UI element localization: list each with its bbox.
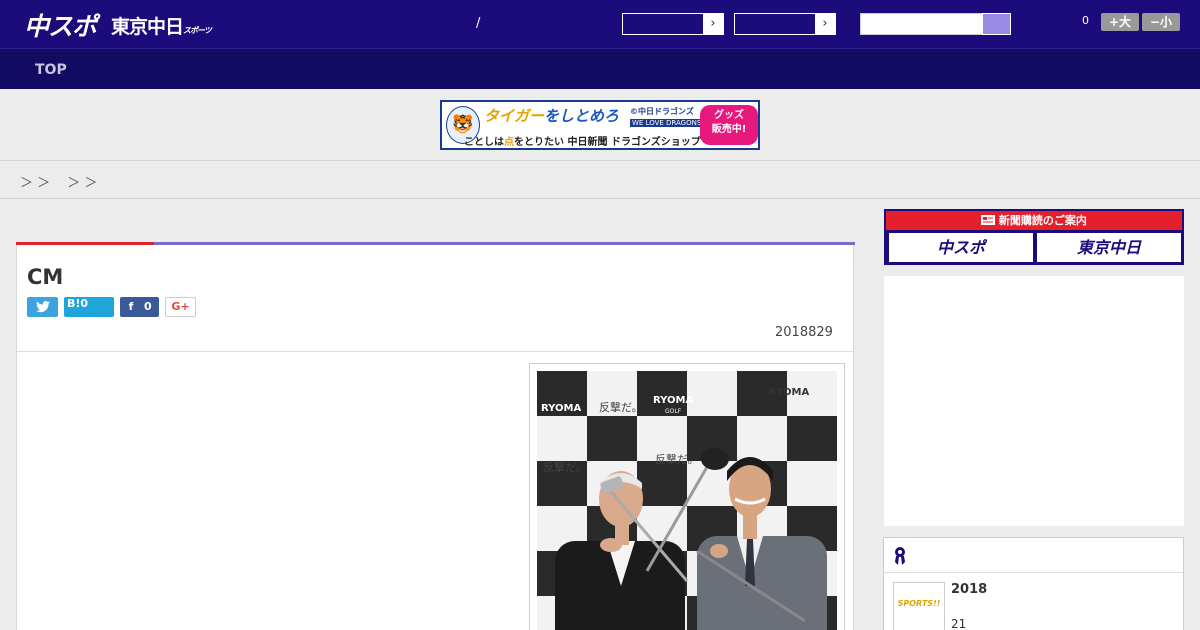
tokyo-chunichi-logo-small: スポーツ bbox=[183, 26, 212, 35]
dragons-shop-banner[interactable]: 🐯 タイガーをしとめろ ©中日ドラゴンズ WE LOVE DRAGONS ことし… bbox=[440, 100, 760, 150]
accent-bar-red bbox=[16, 242, 154, 245]
facebook-icon: f bbox=[128, 300, 134, 313]
article-date: 2018829 bbox=[775, 325, 833, 340]
breadcrumb-divider bbox=[0, 198, 1200, 199]
photo-slogan-2: 反撃だ。 bbox=[543, 460, 587, 474]
share-facebook-button[interactable]: f0 bbox=[120, 297, 159, 317]
banner-headline-rest: をしとめろ bbox=[544, 107, 620, 125]
chevron-right-icon: › bbox=[815, 14, 835, 34]
banner-subline-c: をとりたい 中日新聞 ドラゴンズショップ bbox=[514, 137, 701, 148]
banner-subline-a: ことしは bbox=[464, 137, 504, 148]
nav-item-top[interactable]: TOP bbox=[35, 62, 67, 78]
subscribe-chuspo-button[interactable]: 中スポ bbox=[889, 233, 1033, 262]
ad-slot[interactable] bbox=[884, 276, 1184, 526]
we-love-dragons: WE LOVE DRAGONS bbox=[630, 119, 704, 127]
facebook-count: 0 bbox=[144, 300, 152, 313]
subscription-box: 新聞購読のご案内 中スポ 東京中日 bbox=[884, 209, 1184, 265]
zoom-count: 0 bbox=[1082, 14, 1089, 27]
dragons-copyright: ©中日ドラゴンズ bbox=[630, 107, 694, 116]
banner-subline: ことしは点をとりたい 中日新聞 ドラゴンズショップ bbox=[464, 133, 701, 148]
zoom-in-button[interactable]: +大 bbox=[1101, 13, 1139, 31]
tokyo-chunichi-logo-text: 東京中日 bbox=[111, 16, 184, 38]
ranking-box: SPORTS!! 2018 21 bbox=[883, 537, 1184, 630]
share-twitter-button[interactable] bbox=[27, 297, 58, 317]
accent-bar-purple bbox=[154, 242, 855, 245]
search-input[interactable] bbox=[860, 13, 983, 35]
breadcrumb[interactable]: ＞ ＞ ＞ ＞ bbox=[20, 172, 97, 191]
article-photo-image: RYOMA RYOMA GOLF RYOMA 反撃だ。 反撃だ。 反撃だ。 bbox=[537, 371, 837, 630]
ranking-ribbon-icon bbox=[894, 546, 906, 566]
photo-brand-text-3: RYOMA bbox=[769, 387, 809, 398]
subscribe-tokyo-chunichi-button[interactable]: 東京中日 bbox=[1037, 233, 1181, 262]
ranking-header bbox=[884, 538, 1183, 573]
ranking-item-title[interactable]: 2018 bbox=[951, 582, 987, 597]
article-card: CM B!0 f0 G+ 2018829 RYOMA RYOMA GOLF RY… bbox=[16, 242, 855, 630]
share-gplus-button[interactable]: G+ bbox=[165, 297, 196, 317]
chevron-right-icon: › bbox=[703, 14, 723, 34]
photo-slogan-3: 反撃だ。 bbox=[655, 452, 699, 466]
category-select-2[interactable]: › bbox=[734, 13, 836, 35]
ranking-item-thumbnail[interactable]: SPORTS!! bbox=[893, 582, 945, 630]
article-photo[interactable]: RYOMA RYOMA GOLF RYOMA 反撃だ。 反撃だ。 反撃だ。 bbox=[529, 363, 845, 630]
banner-headline-accent: タイガー bbox=[484, 107, 545, 125]
twitter-icon bbox=[35, 300, 50, 313]
banner-headline: タイガーをしとめろ bbox=[484, 105, 619, 126]
share-hatena-button[interactable]: B!0 bbox=[64, 297, 114, 317]
tokyo-chunichi-logo[interactable]: 東京中日スポーツ bbox=[111, 12, 212, 39]
subscription-header: 新聞購読のご案内 bbox=[886, 211, 1182, 230]
ranking-thumb-text: SPORTS!! bbox=[897, 599, 941, 608]
newspaper-icon bbox=[981, 214, 999, 227]
header-separator: / bbox=[476, 16, 481, 31]
ranking-item-subtitle: 21 bbox=[951, 617, 967, 630]
subscription-header-text: 新聞購読のご案内 bbox=[998, 214, 1087, 227]
banner-area: 🐯 タイガーをしとめろ ©中日ドラゴンズ WE LOVE DRAGONS ことし… bbox=[0, 89, 1200, 161]
photo-brand-text-2: RYOMA bbox=[653, 395, 693, 406]
goods-badge-line1: グッズ bbox=[714, 110, 744, 121]
goods-badge: グッズ 販売中! bbox=[700, 105, 758, 145]
category-select-1[interactable]: › bbox=[622, 13, 724, 35]
site-header: 中スポ 東京中日スポーツ / › › 0 +大 −小 bbox=[0, 0, 1200, 48]
photo-golf-text: GOLF bbox=[665, 408, 682, 415]
main-nav: TOP bbox=[0, 48, 1200, 89]
article-divider bbox=[17, 351, 853, 352]
banner-subline-b: 点 bbox=[504, 137, 514, 148]
chuspo-logo[interactable]: 中スポ bbox=[24, 7, 97, 43]
zoom-out-button[interactable]: −小 bbox=[1142, 13, 1180, 31]
article-title: CM bbox=[27, 265, 64, 289]
goods-badge-line2: 販売中! bbox=[711, 124, 747, 135]
photo-slogan-1: 反撃だ。 bbox=[599, 400, 643, 414]
search-button[interactable] bbox=[982, 13, 1011, 35]
photo-brand-text-1: RYOMA bbox=[541, 403, 581, 414]
